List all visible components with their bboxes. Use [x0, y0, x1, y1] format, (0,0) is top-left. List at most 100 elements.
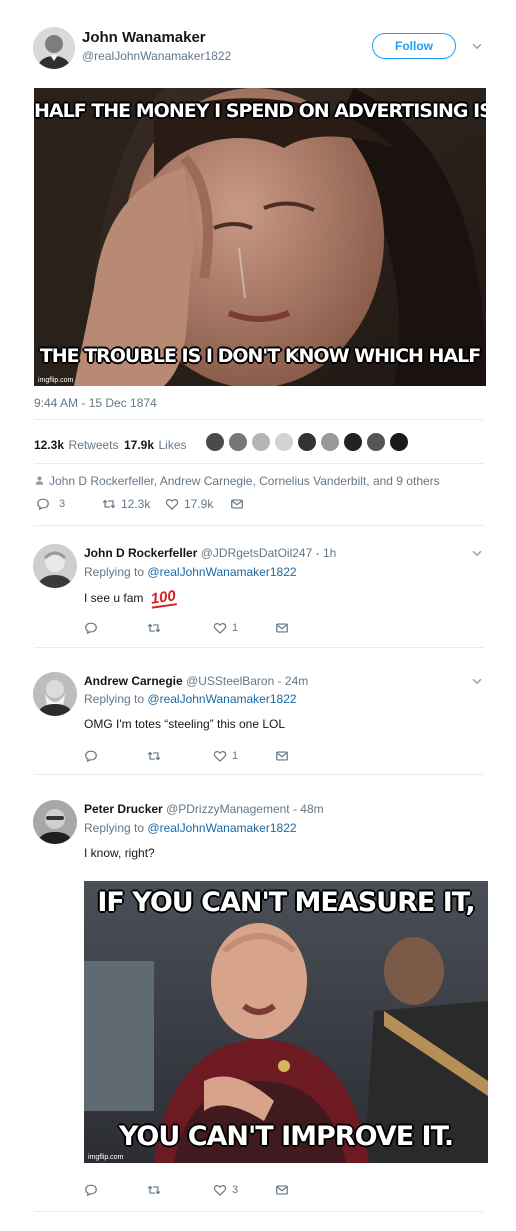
like-action[interactable]: 1: [213, 621, 238, 635]
liker-avatar[interactable]: [205, 432, 225, 452]
likes-label: Likes: [158, 438, 187, 452]
retweet-count: 12.3k: [121, 497, 151, 511]
reply-author-handle[interactable]: @USSteelBaron - 24m: [186, 674, 308, 688]
like-count: 17.9k: [184, 497, 214, 511]
likes-count: 17.9k: [124, 438, 155, 452]
liker-avatar[interactable]: [297, 432, 317, 452]
meme-top-caption: IF YOU CAN'T MEASURE IT,: [97, 887, 475, 918]
liker-avatar[interactable]: [320, 432, 340, 452]
reply-image[interactable]: IF YOU CAN'T MEASURE IT, YOU CAN'T IMPRO…: [84, 881, 488, 1163]
liker-avatar[interactable]: [274, 432, 294, 452]
reply-text: OMG I'm totes “steeling” this one LOL: [84, 717, 286, 731]
message-icon[interactable]: [230, 497, 244, 511]
like-count: 3: [232, 1184, 239, 1196]
liker-avatar[interactable]: [366, 432, 386, 452]
chevron-down-icon[interactable]: [470, 546, 484, 560]
divider: [34, 1211, 484, 1212]
retweet-action[interactable]: 12.3k: [102, 497, 150, 511]
reply-author-name[interactable]: Peter Drucker: [84, 802, 163, 816]
liker-avatar[interactable]: [343, 432, 363, 452]
divider: [34, 525, 484, 526]
reply-action[interactable]: [84, 1183, 98, 1197]
chevron-down-icon[interactable]: [470, 674, 484, 688]
liker-avatar[interactable]: [251, 432, 271, 452]
retweets-count: 12.3k: [34, 438, 65, 452]
reply-text: I see u fam 100: [84, 587, 177, 609]
reply-avatar[interactable]: [33, 672, 77, 716]
reply-author[interactable]: Peter Drucker @PDrizzyManagement - 48m: [84, 802, 324, 816]
replying-to: Replying to @realJohnWanamaker1822: [84, 565, 297, 579]
message-icon[interactable]: [275, 621, 289, 635]
retweet-action[interactable]: [147, 1183, 161, 1197]
reply-author[interactable]: Andrew Carnegie @USSteelBaron - 24m: [84, 674, 308, 688]
chevron-down-icon[interactable]: [470, 39, 484, 53]
reply-avatar[interactable]: [33, 544, 77, 588]
retweet-icon: [147, 1183, 161, 1197]
divider: [34, 774, 484, 775]
reply-action[interactable]: [84, 621, 98, 635]
like-count: 1: [232, 622, 239, 634]
retweets-stat[interactable]: 12.3k Retweets: [34, 436, 119, 454]
reply-author-name[interactable]: Andrew Carnegie: [84, 674, 183, 688]
replying-to: Replying to @realJohnWanamaker1822: [84, 692, 297, 706]
heart-icon: [213, 1183, 227, 1197]
replying-to-prefix: Replying to: [84, 821, 145, 835]
reply-author-name[interactable]: John D Rockerfeller: [84, 546, 197, 560]
author-avatar[interactable]: [33, 27, 75, 69]
replying-to-link[interactable]: @realJohnWanamaker1822: [147, 821, 296, 835]
replying-to-link[interactable]: @realJohnWanamaker1822: [147, 692, 296, 706]
liked-by-text[interactable]: John D Rockerfeller, Andrew Carnegie, Co…: [49, 474, 440, 488]
meme-watermark: imgflip.com: [88, 1154, 124, 1161]
crying-woman-image: [34, 88, 486, 386]
like-count: 1: [232, 750, 239, 762]
replying-to: Replying to @realJohnWanamaker1822: [84, 821, 297, 835]
hundred-points-emoji: 100: [149, 587, 177, 609]
reply-author-handle[interactable]: @JDRgetsDatOil247 - 1h: [201, 546, 337, 560]
meme-watermark: imgflip.com: [38, 377, 74, 384]
reply-author-handle[interactable]: @PDrizzyManagement - 48m: [166, 802, 324, 816]
reply-icon: [84, 749, 98, 763]
meme-bottom-caption: YOU CAN'T IMPROVE IT.: [118, 1121, 454, 1152]
reply-icon: [84, 1183, 98, 1197]
reply-action[interactable]: [84, 749, 98, 763]
heart-icon: [165, 497, 179, 511]
retweet-action[interactable]: [147, 621, 161, 635]
retweet-icon: [102, 497, 116, 511]
reply-icon: [84, 621, 98, 635]
replying-to-prefix: Replying to: [84, 692, 145, 706]
reply-icon: [36, 497, 50, 511]
heart-icon: [213, 621, 227, 635]
divider: [34, 419, 484, 420]
like-action[interactable]: 3: [213, 1183, 238, 1197]
liker-avatar[interactable]: [228, 432, 248, 452]
reply-text: I know, right?: [84, 846, 155, 860]
follow-button[interactable]: Follow: [372, 33, 456, 59]
liker-avatars[interactable]: [205, 432, 415, 454]
author-handle[interactable]: @realJohnWanamaker1822: [82, 49, 231, 63]
retweet-icon: [147, 621, 161, 635]
replying-to-link[interactable]: @realJohnWanamaker1822: [147, 565, 296, 579]
message-icon[interactable]: [275, 749, 289, 763]
like-action[interactable]: 1: [213, 749, 238, 763]
meme-top-caption: HALF THE MONEY I SPEND ON ADVERTISING IS…: [34, 100, 486, 122]
retweet-action[interactable]: [147, 749, 161, 763]
reply-author[interactable]: John D Rockerfeller @JDRgetsDatOil247 - …: [84, 546, 336, 560]
replying-to-prefix: Replying to: [84, 565, 145, 579]
retweets-label: Retweets: [68, 438, 119, 452]
divider: [34, 647, 484, 648]
reply-avatar[interactable]: [33, 800, 77, 844]
divider: [34, 463, 484, 464]
reply-text-body: I see u fam: [84, 591, 144, 605]
liker-avatar[interactable]: [389, 432, 409, 452]
reply-action[interactable]: 3: [36, 497, 65, 511]
likes-stat[interactable]: 17.9k Likes: [124, 436, 187, 454]
like-action[interactable]: 17.9k: [165, 497, 213, 511]
message-icon[interactable]: [275, 1183, 289, 1197]
author-name[interactable]: John Wanamaker: [82, 29, 206, 46]
meme-bottom-caption: THE TROUBLE IS I DON'T KNOW WHICH HALF: [39, 345, 482, 367]
tweet-timestamp[interactable]: 9:44 AM - 15 Dec 1874: [34, 396, 157, 410]
reply-count: 3: [59, 498, 66, 510]
heart-icon: [213, 749, 227, 763]
tweet-image[interactable]: HALF THE MONEY I SPEND ON ADVERTISING IS…: [34, 88, 486, 386]
person-icon: [34, 475, 45, 486]
